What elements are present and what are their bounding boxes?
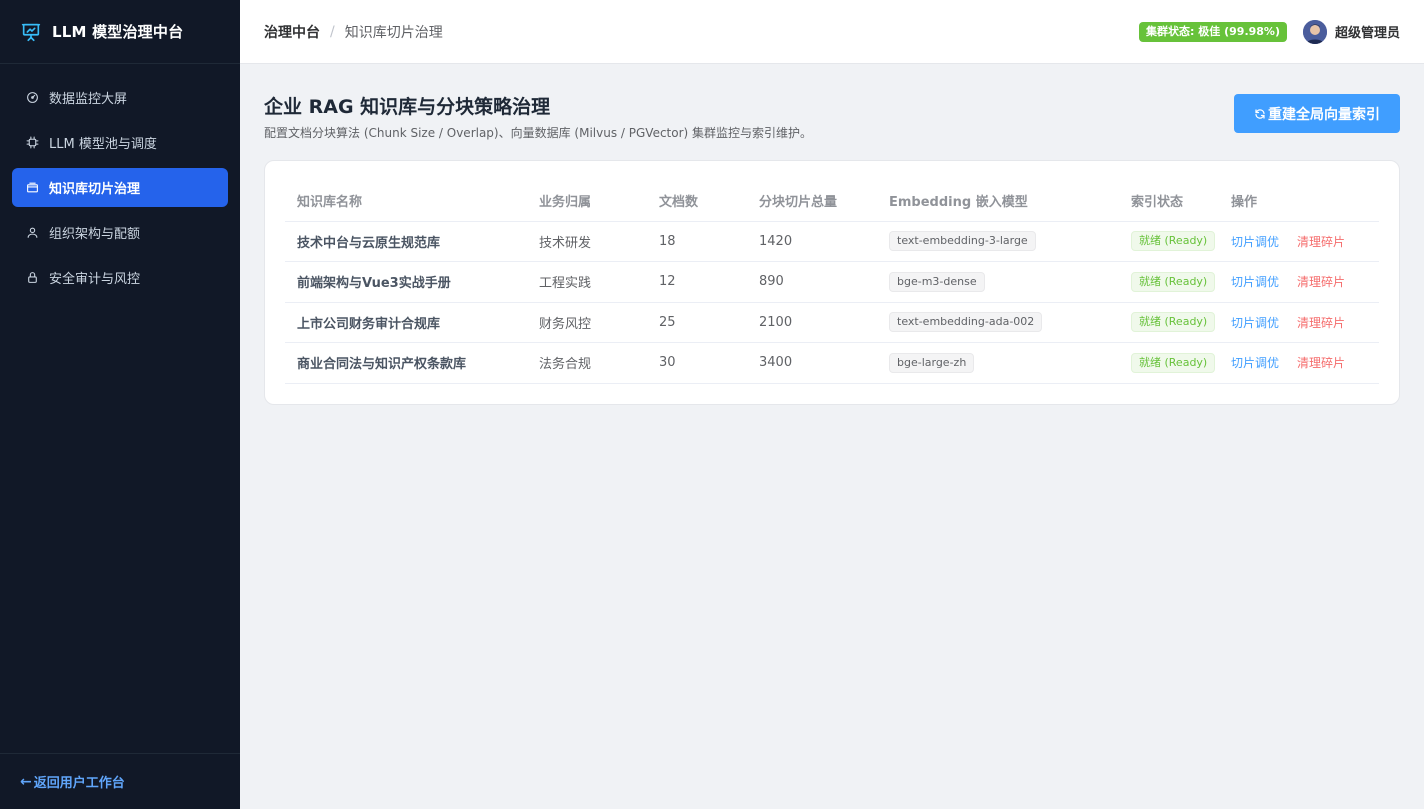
breadcrumb-current: 知识库切片治理 bbox=[344, 24, 443, 41]
sidebar-item-label: 安全审计与风控 bbox=[49, 272, 141, 287]
arrow-left-icon: ← bbox=[20, 773, 32, 790]
docs-cell: 25 bbox=[647, 302, 747, 343]
page-description: 配置文档分块算法 (Chunk Size / Overlap)、向量数据库 (M… bbox=[264, 126, 813, 140]
knowledge-base-table: 知识库名称 业务归属 文档数 分块切片总量 Embedding 嵌入模型 索引状… bbox=[285, 181, 1379, 384]
clean-fragments-link[interactable]: 清理碎片 bbox=[1297, 233, 1345, 250]
dept-cell: 工程实践 bbox=[527, 261, 647, 303]
kb-name-cell: 技术中台与云原生规范库 bbox=[285, 221, 527, 262]
model-cell: text-embedding-ada-002 bbox=[877, 302, 1119, 343]
chunks-cell: 1420 bbox=[747, 221, 877, 262]
chunks-cell: 890 bbox=[747, 261, 877, 303]
docs-cell: 12 bbox=[647, 261, 747, 303]
column-header: 文档数 bbox=[647, 181, 747, 222]
model-tag: text-embedding-3-large bbox=[889, 231, 1036, 252]
table-row: 商业合同法与知识产权条款库 法务合规 30 3400 bge-large-zh … bbox=[285, 342, 1379, 384]
sidebar-item-label: 数据监控大屏 bbox=[49, 92, 128, 107]
tune-chunks-link[interactable]: 切片调优 bbox=[1231, 233, 1279, 250]
sidebar-menu: 数据监控大屏 LLM 模型池与调度 知识库切片治理 组织架构与配额 安全审计与风… bbox=[0, 64, 240, 297]
top-header: 治理中台 / 知识库切片治理 集群状态: 极佳 (99.98%) 超级管理员 bbox=[240, 0, 1424, 64]
status-cell: 就绪 (Ready) bbox=[1119, 302, 1219, 343]
clean-fragments-link[interactable]: 清理碎片 bbox=[1297, 314, 1345, 331]
brand-title: LLM 模型治理中台 bbox=[52, 23, 184, 41]
breadcrumb-separator: / bbox=[330, 23, 335, 40]
back-link-label: 返回用户工作台 bbox=[33, 776, 125, 791]
sidebar-footer: ← 返回用户工作台 bbox=[0, 753, 240, 809]
docs-cell: 30 bbox=[647, 342, 747, 384]
sidebar-item-dashboard[interactable]: 数据监控大屏 bbox=[12, 78, 228, 117]
page-title: 企业 RAG 知识库与分块策略治理 bbox=[264, 96, 551, 118]
table-row: 上市公司财务审计合规库 财务风控 25 2100 text-embedding-… bbox=[285, 302, 1379, 343]
avatar[interactable] bbox=[1302, 19, 1327, 44]
clean-fragments-link[interactable]: 清理碎片 bbox=[1297, 354, 1345, 371]
column-header: 索引状态 bbox=[1119, 181, 1219, 222]
user-name[interactable]: 超级管理员 bbox=[1335, 22, 1400, 41]
refresh-icon bbox=[1255, 108, 1265, 119]
column-header: 业务归属 bbox=[527, 181, 647, 222]
column-header: 分块切片总量 bbox=[747, 181, 877, 222]
docs-cell: 18 bbox=[647, 221, 747, 262]
rebuild-index-button[interactable]: 重建全局向量索引 bbox=[1234, 94, 1400, 133]
kb-name-cell: 前端架构与Vue3实战手册 bbox=[285, 261, 527, 303]
column-header: 知识库名称 bbox=[285, 181, 527, 222]
status-tag: 就绪 (Ready) bbox=[1131, 271, 1216, 292]
dept-cell: 技术研发 bbox=[527, 221, 647, 262]
status-tag: 就绪 (Ready) bbox=[1131, 231, 1216, 252]
model-tag: bge-large-zh bbox=[889, 352, 975, 373]
sidebar-item-label: 知识库切片治理 bbox=[49, 182, 141, 197]
table-header-row: 知识库名称 业务归属 文档数 分块切片总量 Embedding 嵌入模型 索引状… bbox=[285, 181, 1379, 222]
model-cell: bge-large-zh bbox=[877, 342, 1119, 384]
rebuild-index-label: 重建全局向量索引 bbox=[1268, 106, 1380, 123]
model-cell: bge-m3-dense bbox=[877, 261, 1119, 303]
status-cell: 就绪 (Ready) bbox=[1119, 261, 1219, 303]
dashboard-icon bbox=[27, 92, 38, 103]
sidebar-item-label: 组织架构与配额 bbox=[49, 227, 141, 242]
ops-cell: 切片调优 清理碎片 bbox=[1219, 261, 1379, 303]
table-row: 技术中台与云原生规范库 技术研发 18 1420 text-embedding-… bbox=[285, 221, 1379, 262]
sidebar-item-knowledge-chunks[interactable]: 知识库切片治理 bbox=[12, 168, 228, 207]
page-header: 企业 RAG 知识库与分块策略治理 配置文档分块算法 (Chunk Size /… bbox=[264, 64, 1400, 160]
tune-chunks-link[interactable]: 切片调优 bbox=[1231, 273, 1279, 290]
column-header: Embedding 嵌入模型 bbox=[877, 181, 1119, 222]
column-header: 操作 bbox=[1219, 181, 1379, 222]
tune-chunks-link[interactable]: 切片调优 bbox=[1231, 314, 1279, 331]
sidebar-item-label: LLM 模型池与调度 bbox=[49, 137, 157, 152]
ops-cell: 切片调优 清理碎片 bbox=[1219, 221, 1379, 262]
breadcrumb-root[interactable]: 治理中台 bbox=[264, 22, 320, 42]
status-cell: 就绪 (Ready) bbox=[1119, 342, 1219, 384]
main-content: 企业 RAG 知识库与分块策略治理 配置文档分块算法 (Chunk Size /… bbox=[240, 64, 1424, 809]
cpu-icon bbox=[26, 136, 39, 149]
sidebar-item-security-audit[interactable]: 安全审计与风控 bbox=[12, 258, 228, 297]
ops-cell: 切片调优 清理碎片 bbox=[1219, 342, 1379, 384]
model-tag: text-embedding-ada-002 bbox=[889, 312, 1043, 333]
clean-fragments-link[interactable]: 清理碎片 bbox=[1297, 273, 1345, 290]
model-cell: text-embedding-3-large bbox=[877, 221, 1119, 262]
chunks-cell: 3400 bbox=[747, 342, 877, 384]
user-icon bbox=[27, 227, 38, 238]
kb-name-cell: 商业合同法与知识产权条款库 bbox=[285, 342, 527, 384]
box-icon bbox=[27, 182, 38, 193]
knowledge-base-card: 知识库名称 业务归属 文档数 分块切片总量 Embedding 嵌入模型 索引状… bbox=[264, 160, 1400, 405]
status-tag: 就绪 (Ready) bbox=[1131, 312, 1216, 333]
header-right: 集群状态: 极佳 (99.98%) 超级管理员 bbox=[1139, 19, 1400, 44]
dept-cell: 法务合规 bbox=[527, 342, 647, 384]
sidebar-item-model-pool[interactable]: LLM 模型池与调度 bbox=[12, 123, 228, 162]
kb-name-cell: 上市公司财务审计合规库 bbox=[285, 302, 527, 343]
model-tag: bge-m3-dense bbox=[889, 271, 985, 292]
presentation-chart-icon bbox=[21, 23, 41, 41]
tune-chunks-link[interactable]: 切片调优 bbox=[1231, 354, 1279, 371]
breadcrumb: 治理中台 / 知识库切片治理 bbox=[264, 22, 443, 42]
status-cell: 就绪 (Ready) bbox=[1119, 221, 1219, 262]
avatar-image bbox=[1302, 19, 1327, 44]
brand: LLM 模型治理中台 bbox=[0, 0, 240, 64]
sidebar: LLM 模型治理中台 数据监控大屏 LLM 模型池与调度 知识库切片治理 组织架… bbox=[0, 0, 240, 809]
cluster-status-badge: 集群状态: 极佳 (99.98%) bbox=[1139, 21, 1287, 42]
dept-cell: 财务风控 bbox=[527, 302, 647, 343]
lock-icon bbox=[28, 272, 37, 283]
sidebar-item-org-quota[interactable]: 组织架构与配额 bbox=[12, 213, 228, 252]
status-tag: 就绪 (Ready) bbox=[1131, 352, 1216, 373]
table-row: 前端架构与Vue3实战手册 工程实践 12 890 bge-m3-dense 就… bbox=[285, 261, 1379, 303]
back-to-workspace-link[interactable]: ← 返回用户工作台 bbox=[20, 772, 125, 792]
chunks-cell: 2100 bbox=[747, 302, 877, 343]
ops-cell: 切片调优 清理碎片 bbox=[1219, 302, 1379, 343]
